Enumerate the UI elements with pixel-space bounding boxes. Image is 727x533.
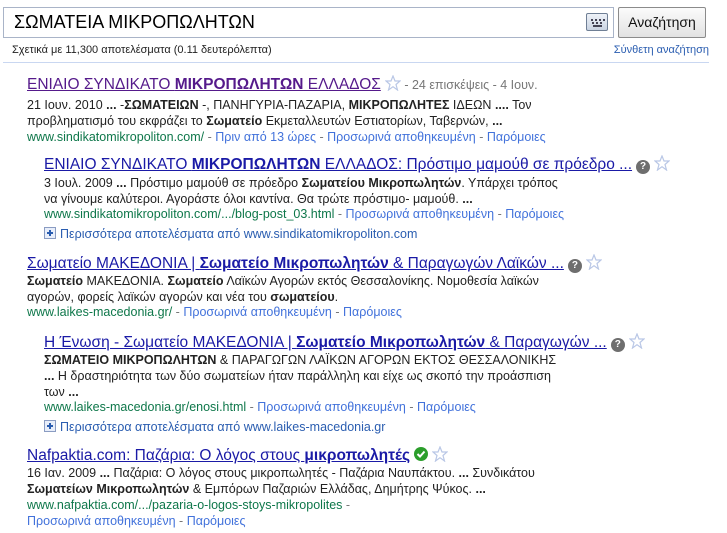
result-1-title-row: ΕΝΙΑΙΟ ΣΥΝΔΙΚΑΤΟ ΜΙΚΡΟΠΩΛΗΤΩΝ ΕΛΛΑΔΟΣ - … — [27, 75, 538, 94]
result-3-url: www.laikes-macedonia.gr/ — [27, 305, 173, 319]
cached-link[interactable]: Προσωρινά αποθηκευμένη — [346, 207, 495, 221]
star-icon[interactable] — [628, 333, 645, 349]
star-icon[interactable] — [432, 446, 449, 462]
cached-link[interactable]: Προσωρινά αποθηκευμένη — [257, 400, 406, 414]
similar-link[interactable]: Παρόμοιες — [505, 207, 564, 221]
checkmark-icon — [414, 447, 429, 461]
advanced-search-link[interactable]: Σύνθετη αναζήτηση — [614, 44, 709, 56]
result-3-snippet-1: Σωματείο ΜΑΚΕΔΟΝΙΑ. Σωματείο Λαϊκών Αγορ… — [27, 274, 539, 288]
divider — [3, 62, 709, 63]
plus-icon[interactable] — [44, 420, 56, 432]
result-3-title[interactable]: Σωματείο ΜΑΚΕΔΟΝΙΑ | Σωματείο Μικροπωλητ… — [27, 255, 564, 272]
star-icon[interactable] — [384, 75, 401, 91]
result-4-title[interactable]: Η Ένωση - Σωματείο ΜΑΚΕΔΟΝΙΑ | Σωματείο … — [44, 334, 607, 351]
result-2-url: www.sindikatomikropoliton.com/.../blog-p… — [44, 207, 335, 221]
result-2-snippet-2: να γίνουμε καλύτεροι. Αγοράστε όλοι καντ… — [44, 192, 473, 206]
result-3-title-row: Σωματείο ΜΑΚΕΔΟΝΙΑ | Σωματείο Μικροπωλητ… — [27, 254, 602, 273]
info-icon[interactable]: ? — [636, 160, 651, 174]
result-5-snippet-2: Σωματείων Μικροπωλητών & Εμπόρων Παζαριώ… — [27, 482, 486, 496]
info-icon[interactable]: ? — [610, 338, 625, 352]
result-2-url-row: www.sindikatomikropoliton.com/.../blog-p… — [44, 207, 565, 221]
similar-link[interactable]: Παρόμοιες — [417, 400, 476, 414]
result-4-snippet-3: των ... — [44, 385, 79, 399]
plus-icon[interactable] — [44, 227, 56, 239]
search-input[interactable]: ΣΩΜΑΤΕΙΑ ΜΙΚΡΟΠΩΛΗΤΩΝ — [14, 12, 255, 33]
result-1-url: www.sindikatomikropoliton.com/ — [27, 130, 205, 144]
cached-link[interactable]: Προσωρινά αποθηκευμένη — [183, 305, 332, 319]
search-button[interactable]: Αναζήτηση — [618, 7, 706, 38]
result-stats: Σχετικά με 11,300 αποτελέσματα (0.11 δευ… — [12, 44, 272, 56]
star-icon[interactable] — [654, 155, 671, 171]
result-5-url-row: www.nafpaktia.com/.../pazaria-o-logos-st… — [27, 498, 351, 512]
result-4-url-row: www.laikes-macedonia.gr/enosi.html - Προ… — [44, 400, 476, 414]
result-3-url-row: www.laikes-macedonia.gr/ - Προσωρινά απο… — [27, 305, 402, 319]
result-4-url: www.laikes-macedonia.gr/enosi.html — [44, 400, 247, 414]
cached-link[interactable]: Προσωρινά αποθηκευμένη — [327, 130, 476, 144]
result-1-meta: - 24 επισκέψεις - 4 Ιουν. — [400, 78, 538, 92]
result-5-title-row: Nafpaktia.com: Παζάρια: Ο λόγος στους μι… — [27, 446, 449, 465]
cached-link[interactable]: Προσωρινά αποθηκευμένη — [27, 514, 176, 528]
more-results-1[interactable]: Περισσότερα αποτελέσματα από www.sindika… — [44, 226, 417, 241]
result-1-url-row: www.sindikatomikropoliton.com/ - Πριν απ… — [27, 130, 546, 144]
result-5-title[interactable]: Nafpaktia.com: Παζάρια: Ο λόγος στους μι… — [27, 447, 410, 464]
info-icon[interactable]: ? — [567, 259, 582, 273]
result-4-snippet-2: ... Η δραστηριότητα των δύο σωματείων ήτ… — [44, 369, 551, 383]
result-1-snippet-2: προβληματισμό του εκφράζει το Σωματείο Ε… — [27, 114, 503, 128]
result-4-title-row: Η Ένωση - Σωματείο ΜΑΚΕΔΟΝΙΑ | Σωματείο … — [44, 333, 645, 352]
similar-link[interactable]: Παρόμοιες — [343, 305, 402, 319]
result-1-time: Πριν από 13 ώρες — [215, 130, 317, 144]
result-5-url: www.nafpaktia.com/.../pazaria-o-logos-st… — [27, 498, 343, 512]
result-3-snippet-2: αγορών, φορείς λαϊκών αγορών και νέα του… — [27, 290, 339, 304]
similar-link[interactable]: Παρόμοιες — [187, 514, 246, 528]
keyboard-icon[interactable] — [586, 13, 608, 31]
result-2-title-row: ΕΝΙΑΙΟ ΣΥΝΔΙΚΑΤΟ ΜΙΚΡΟΠΩΛΗΤΩΝ ΕΛΛΑΔΟΣ: Π… — [44, 155, 671, 174]
result-2-title[interactable]: ΕΝΙΑΙΟ ΣΥΝΔΙΚΑΤΟ ΜΙΚΡΟΠΩΛΗΤΩΝ ΕΛΛΑΔΟΣ: Π… — [44, 156, 632, 173]
result-5-snippet-1: 16 Ιαν. 2009 ... Παζάρια: Ο λόγος στους … — [27, 466, 535, 480]
result-4-snippet-1: ΣΩΜΑΤΕΙΟ ΜΙΚΡΟΠΩΛΗΤΩΝ & ΠΑΡΑΓΩΓΩΝ ΛΑΪΚΩΝ… — [44, 353, 557, 367]
result-5-links-row: Προσωρινά αποθηκευμένη - Παρόμοιες — [27, 514, 246, 528]
result-2-snippet-1: 3 Ιουλ. 2009 ... Πρόστιμο μαμούθ σε πρόε… — [44, 176, 558, 190]
result-1-snippet-1: 21 Ιουν. 2010 ... -ΣΩΜΑΤΕΙΩΝ -, ΠΑΝΗΓΥΡΙ… — [27, 98, 532, 112]
star-icon[interactable] — [585, 254, 602, 270]
more-results-2[interactable]: Περισσότερα αποτελέσματα από www.laikes-… — [44, 419, 385, 434]
search-box[interactable]: ΣΩΜΑΤΕΙΑ ΜΙΚΡΟΠΩΛΗΤΩΝ — [3, 7, 614, 38]
result-1-title[interactable]: ΕΝΙΑΙΟ ΣΥΝΔΙΚΑΤΟ ΜΙΚΡΟΠΩΛΗΤΩΝ ΕΛΛΑΔΟΣ — [27, 76, 381, 93]
similar-link[interactable]: Παρόμοιες — [487, 130, 546, 144]
